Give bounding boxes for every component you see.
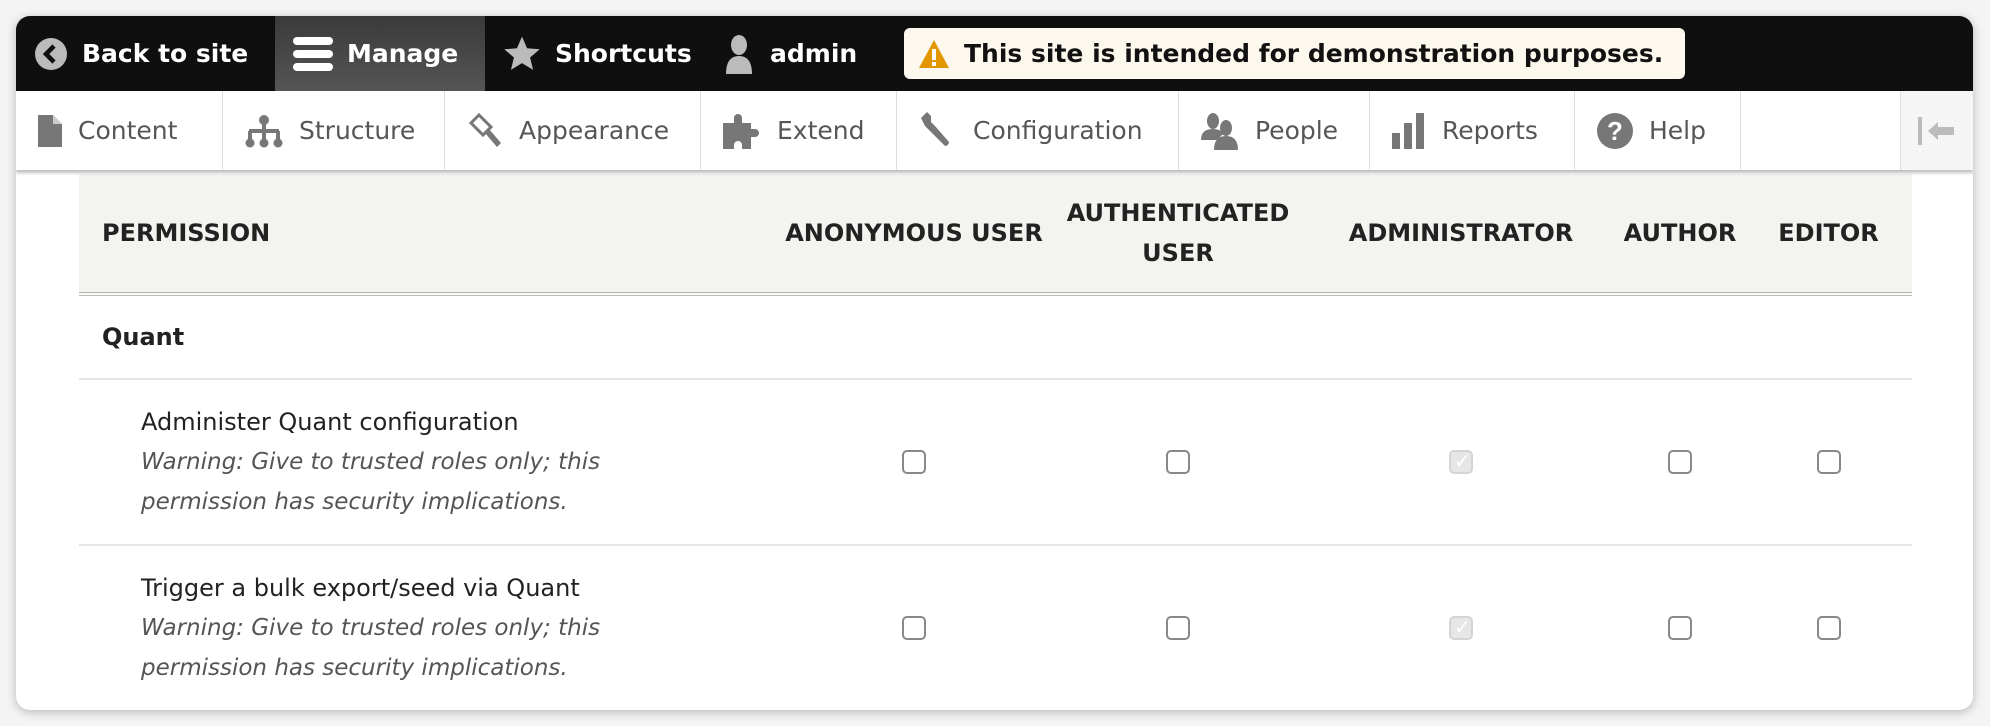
- environment-warning-badge: This site is intended for demonstration …: [904, 28, 1686, 79]
- tray-item-label: Content: [78, 116, 178, 145]
- user-icon: [726, 34, 752, 74]
- table-row: Trigger a bulk export/seed via Quant Warn…: [79, 545, 1912, 710]
- shortcuts-tab[interactable]: Shortcuts: [485, 16, 704, 91]
- column-header-authenticated: AUTHENTICATED USER: [1049, 174, 1307, 296]
- tray-item-label: Structure: [299, 116, 416, 145]
- tray-item-people[interactable]: People: [1179, 91, 1370, 170]
- checkbox-authenticated[interactable]: [1166, 450, 1190, 474]
- permission-cell: Trigger a bulk export/seed via Quant Warn…: [79, 545, 779, 710]
- column-header-editor: EDITOR: [1745, 174, 1912, 296]
- user-label: admin: [770, 39, 858, 68]
- column-header-author: AUTHOR: [1615, 174, 1745, 296]
- permission-name: Trigger a bulk export/seed via Quant: [141, 574, 580, 602]
- manage-label: Manage: [347, 39, 459, 68]
- chevron-left-circle-icon: [35, 37, 67, 70]
- tray-item-label: People: [1255, 116, 1339, 145]
- tray-item-reports[interactable]: Reports: [1370, 91, 1575, 170]
- wrench-icon: [921, 111, 949, 146]
- star-icon: [504, 36, 540, 70]
- collapse-arrow-icon: [1918, 116, 1954, 145]
- permission-warning: Warning: Give to trusted roles only; thi…: [141, 449, 601, 515]
- module-name: Quant: [79, 294, 1912, 380]
- checkbox-administrator: [1449, 615, 1473, 640]
- svg-text:?: ?: [1607, 116, 1623, 146]
- admin-toolbar: Back to site Manage Shortcuts admin This…: [16, 16, 1973, 91]
- permission-warning: Warning: Give to trusted roles only; thi…: [141, 615, 601, 681]
- checkbox-editor[interactable]: [1816, 450, 1841, 474]
- checkbox-editor[interactable]: [1816, 616, 1841, 640]
- warning-icon: [919, 39, 949, 68]
- warning-text: This site is intended for demonstration …: [964, 39, 1664, 68]
- user-tab[interactable]: admin: [704, 16, 894, 91]
- paintbrush-icon: [468, 112, 501, 147]
- collapse-tray-button[interactable]: [1900, 91, 1973, 170]
- table-row: Administer Quant configuration Warning: G…: [79, 379, 1912, 546]
- tray-item-extend[interactable]: Extend: [701, 91, 897, 170]
- help-icon: ?: [1597, 112, 1633, 149]
- module-group-row: Quant: [79, 294, 1912, 380]
- tray-item-label: Configuration: [973, 116, 1143, 145]
- checkbox-authenticated[interactable]: [1166, 616, 1190, 640]
- tray-item-content[interactable]: Content: [16, 91, 223, 170]
- file-icon: [38, 114, 62, 147]
- tray-item-structure[interactable]: Structure: [223, 91, 445, 170]
- manage-tray: Content Structure Appearance Extend Conf…: [16, 91, 1973, 170]
- hamburger-icon: [293, 36, 333, 71]
- tray-item-appearance[interactable]: Appearance: [445, 91, 701, 170]
- permission-name: Administer Quant configuration: [141, 408, 519, 436]
- tray-item-label: Appearance: [519, 116, 670, 145]
- back-to-site-label: Back to site: [82, 39, 249, 68]
- checkbox-anonymous[interactable]: [902, 450, 926, 474]
- tray-item-label: Help: [1649, 116, 1706, 145]
- people-icon: [1201, 112, 1238, 150]
- checkbox-author[interactable]: [1668, 616, 1692, 640]
- shortcuts-label: Shortcuts: [555, 39, 692, 68]
- bar-chart-icon: [1392, 112, 1424, 149]
- puzzle-icon: [723, 113, 759, 149]
- back-to-site-link[interactable]: Back to site: [16, 16, 275, 91]
- browser-window: Back to site Manage Shortcuts admin This…: [16, 16, 1973, 710]
- tray-item-configuration[interactable]: Configuration: [897, 91, 1179, 170]
- tray-item-label: Extend: [777, 116, 865, 145]
- tray-item-label: Reports: [1442, 116, 1538, 145]
- checkbox-administrator: [1449, 449, 1473, 474]
- permissions-table: PERMISSION ANONYMOUS USER AUTHENTICATED …: [79, 174, 1912, 710]
- column-header-administrator: ADMINISTRATOR: [1307, 174, 1615, 296]
- tray-item-help[interactable]: ? Help: [1575, 91, 1741, 170]
- column-header-permission: PERMISSION: [79, 174, 779, 296]
- checkbox-author[interactable]: [1668, 450, 1692, 474]
- permission-cell: Administer Quant configuration Warning: G…: [79, 379, 779, 546]
- manage-tab[interactable]: Manage: [275, 16, 485, 91]
- sitemap-icon: [245, 114, 283, 147]
- column-header-anonymous: ANONYMOUS USER: [779, 174, 1049, 296]
- checkbox-anonymous[interactable]: [902, 616, 926, 640]
